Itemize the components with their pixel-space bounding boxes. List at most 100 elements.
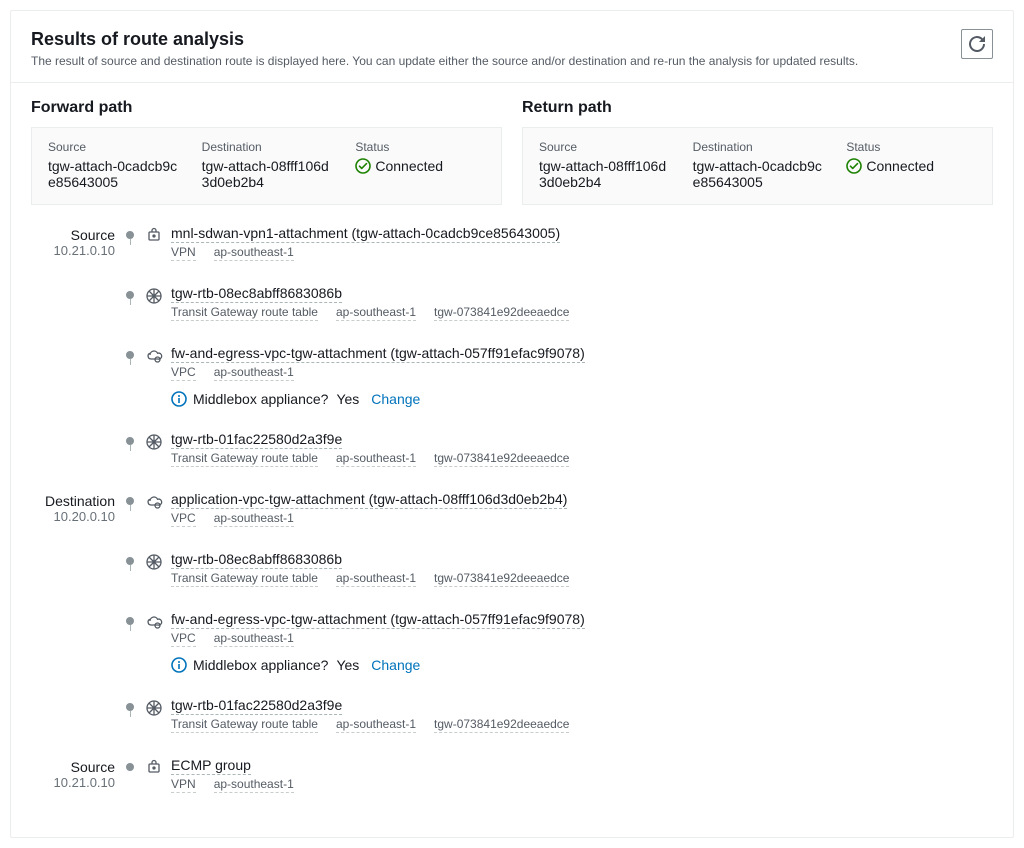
hop-type: VPN — [171, 777, 196, 793]
hop-title[interactable]: tgw-rtb-01fac22580d2a3f9e — [171, 697, 342, 715]
timeline-marker-col — [123, 611, 137, 625]
middlebox-question: Middlebox appliance? — [193, 391, 328, 407]
hop-row: tgw-rtb-01fac22580d2a3f9e Transit Gateway… — [31, 431, 993, 491]
middlebox-question: Middlebox appliance? — [193, 657, 328, 673]
hop-body: tgw-rtb-08ec8abff8683086bTransit Gateway… — [171, 551, 993, 611]
summary-label-destination: Destination — [693, 140, 823, 154]
hop-endpoint-label — [31, 285, 123, 287]
timeline-marker-col — [123, 491, 137, 505]
hop-endpoint-label — [31, 345, 123, 347]
hop-row: Destination10.20.0.10 application-vpc-tgw… — [31, 491, 993, 551]
hop-endpoint-label: Source10.21.0.10 — [31, 225, 123, 258]
summary-label-destination: Destination — [202, 140, 332, 154]
hop-type: VPC — [171, 511, 196, 527]
forward-path-column: Forward path Source tgw-attach-0cadcb9ce… — [31, 99, 502, 205]
hop-title[interactable]: tgw-rtb-08ec8abff8683086b — [171, 551, 342, 569]
forward-destination-value: tgw-attach-08fff106d3d0eb2b4 — [202, 158, 332, 190]
route-table-icon — [145, 699, 163, 717]
hop-tgw: tgw-073841e92deeaedce — [434, 717, 569, 733]
hop-title[interactable]: tgw-rtb-01fac22580d2a3f9e — [171, 431, 342, 449]
info-icon — [171, 657, 187, 673]
hop-title[interactable]: application-vpc-tgw-attachment (tgw-atta… — [171, 491, 567, 509]
hop-tgw: tgw-073841e92deeaedce — [434, 571, 569, 587]
hop-region: ap-southeast-1 — [214, 365, 294, 381]
path-summaries: Forward path Source tgw-attach-0cadcb9ce… — [11, 83, 1013, 225]
hop-meta: VPCap-southeast-1 — [171, 365, 993, 381]
hop-region: ap-southeast-1 — [336, 451, 416, 467]
hop-meta: Transit Gateway route table ap-southeast-… — [171, 451, 993, 467]
hop-region: ap-southeast-1 — [214, 631, 294, 647]
route-table-icon — [145, 553, 163, 571]
return-path-column: Return path Source tgw-attach-08fff106d3… — [522, 99, 993, 205]
hop-icon-col — [137, 431, 171, 451]
middlebox-row: Middlebox appliance?YesChange — [171, 391, 993, 407]
hop-title[interactable]: tgw-rtb-08ec8abff8683086b — [171, 285, 342, 303]
hop-body: tgw-rtb-08ec8abff8683086b Transit Gateway… — [171, 285, 993, 345]
vpn-icon — [145, 759, 163, 777]
vpc-icon — [145, 493, 163, 511]
return-summary: Source tgw-attach-08fff106d3d0eb2b4 Dest… — [522, 127, 993, 205]
hop-title[interactable]: mnl-sdwan-vpn1-attachment (tgw-attach-0c… — [171, 225, 560, 243]
timeline-dot-icon — [126, 703, 134, 711]
hop-title[interactable]: ECMP group — [171, 757, 251, 775]
timeline-dot-icon — [126, 763, 134, 771]
hop-meta: VPCap-southeast-1 — [171, 511, 993, 527]
middlebox-change-link[interactable]: Change — [371, 391, 420, 407]
timeline-marker-col — [123, 551, 137, 565]
hop-body: mnl-sdwan-vpn1-attachment (tgw-attach-0c… — [171, 225, 993, 285]
endpoint-ip: 10.20.0.10 — [31, 509, 115, 524]
timeline-marker-col — [123, 225, 137, 239]
hop-body: tgw-rtb-01fac22580d2a3f9e Transit Gateway… — [171, 697, 993, 757]
hop-region: ap-southeast-1 — [336, 571, 416, 587]
middlebox-answer: Yes — [336, 657, 359, 673]
timeline-marker-col — [123, 757, 137, 771]
hop-title[interactable]: fw-and-egress-vpc-tgw-attachment (tgw-at… — [171, 611, 585, 629]
hop-title[interactable]: fw-and-egress-vpc-tgw-attachment (tgw-at… — [171, 345, 585, 363]
hop-icon-col — [137, 697, 171, 717]
route-analysis-card: Results of route analysis The result of … — [10, 10, 1014, 838]
refresh-icon — [969, 36, 985, 52]
forward-path-heading: Forward path — [31, 99, 502, 117]
return-status-value: Connected — [846, 158, 934, 174]
forward-summary: Source tgw-attach-0cadcb9ce85643005 Dest… — [31, 127, 502, 205]
hop-icon-col — [137, 225, 171, 245]
timeline-line — [130, 565, 131, 571]
endpoint-role: Source — [31, 759, 115, 775]
hop-icon-col — [137, 491, 171, 511]
hop-row: fw-and-egress-vpc-tgw-attachment (tgw-at… — [31, 345, 993, 431]
check-circle-icon — [846, 158, 862, 174]
hop-meta: Transit Gateway route tableap-southeast-… — [171, 717, 993, 733]
hop-icon-col — [137, 757, 171, 777]
refresh-button[interactable] — [961, 29, 993, 59]
timeline-line — [130, 299, 131, 305]
hop-body: tgw-rtb-01fac22580d2a3f9e Transit Gateway… — [171, 431, 993, 491]
info-icon — [171, 391, 187, 407]
hop-icon-col — [137, 551, 171, 571]
forward-status-value: Connected — [355, 158, 443, 174]
hop-meta: VPCap-southeast-1 — [171, 631, 993, 647]
timeline-line — [130, 445, 131, 451]
timeline-dot-icon — [126, 291, 134, 299]
hop-row: tgw-rtb-08ec8abff8683086b Transit Gateway… — [31, 285, 993, 345]
hop-type: VPN — [171, 245, 196, 261]
hop-type: Transit Gateway route table — [171, 451, 318, 467]
hop-body: fw-and-egress-vpc-tgw-attachment (tgw-at… — [171, 345, 993, 431]
vpc-icon — [145, 347, 163, 365]
hop-tgw: tgw-073841e92deeaedce — [434, 451, 569, 467]
endpoint-role: Source — [31, 227, 115, 243]
hop-region: ap-southeast-1 — [214, 777, 294, 793]
endpoint-ip: 10.21.0.10 — [31, 243, 115, 258]
hop-meta: Transit Gateway route tableap-southeast-… — [171, 305, 993, 321]
hop-row: tgw-rtb-08ec8abff8683086bTransit Gateway… — [31, 551, 993, 611]
hop-body: ECMP group VPN ap-southeast-1 — [171, 757, 993, 817]
endpoint-role: Destination — [31, 493, 115, 509]
hop-endpoint-label — [31, 431, 123, 433]
timeline-marker-col — [123, 697, 137, 711]
hop-type: Transit Gateway route table — [171, 717, 318, 733]
middlebox-change-link[interactable]: Change — [371, 657, 420, 673]
hop-row: tgw-rtb-01fac22580d2a3f9e Transit Gateway… — [31, 697, 993, 757]
timeline-dot-icon — [126, 231, 134, 239]
middlebox-row: Middlebox appliance? Yes Change — [171, 657, 993, 673]
return-path-heading: Return path — [522, 99, 993, 117]
timeline-dot-icon — [126, 557, 134, 565]
